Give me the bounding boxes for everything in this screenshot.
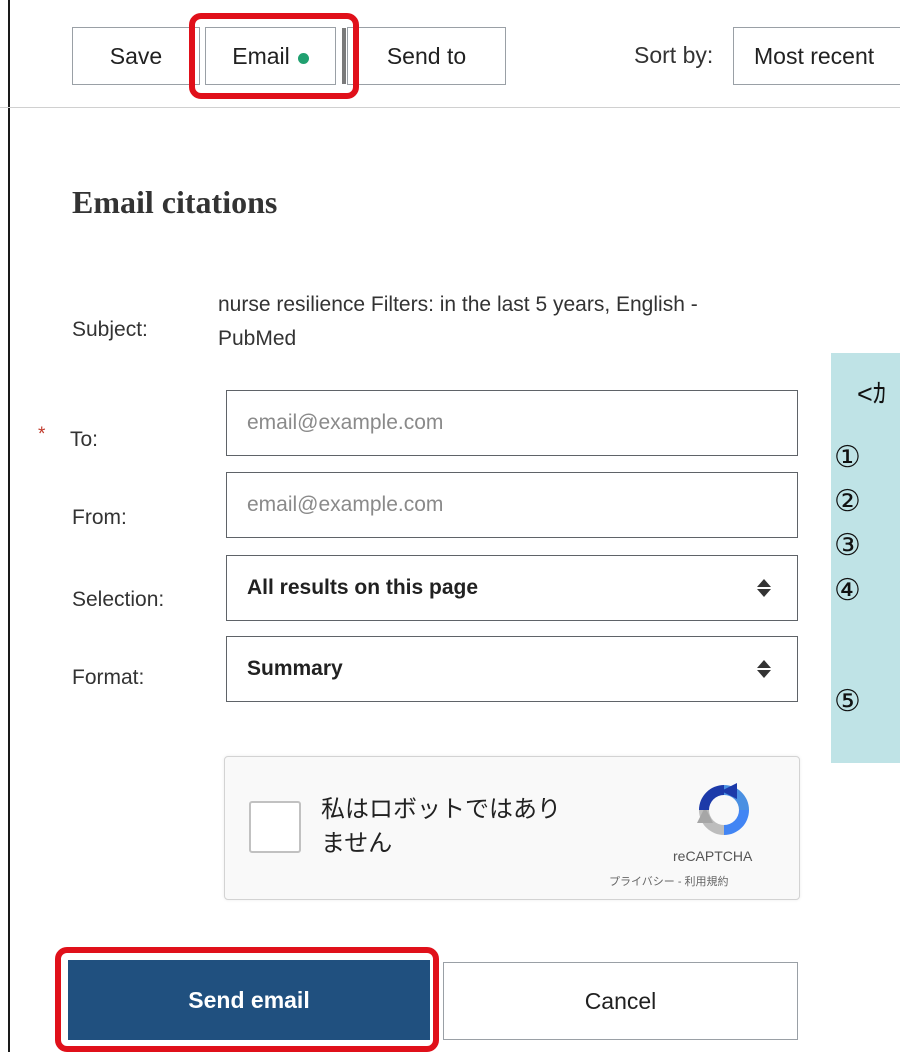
recaptcha-brand: reCAPTCHA — [673, 848, 753, 864]
format-label: Format: — [72, 666, 145, 689]
subject-label: Subject: — [72, 318, 148, 341]
save-button[interactable]: Save — [72, 27, 200, 85]
format-select[interactable]: Summary — [226, 636, 798, 702]
sort-by-select[interactable]: Most recent — [733, 27, 900, 85]
recaptcha-privacy-links[interactable]: プライバシー - 利用規約 — [609, 873, 729, 889]
sort-by-label: Sort by: — [634, 42, 714, 68]
email-citations-heading: Email citations — [72, 184, 278, 220]
results-toolbar: Save Email Send to Sort by: Most recent — [0, 0, 900, 108]
from-email-input[interactable] — [226, 472, 798, 538]
updown-arrows-icon — [757, 579, 771, 597]
annotation-number: ② — [834, 485, 861, 518]
updown-arrows-icon — [757, 660, 771, 678]
recaptcha-checkbox[interactable] — [249, 801, 301, 853]
selection-value: All results on this page — [247, 576, 479, 599]
selection-select[interactable]: All results on this page — [226, 555, 798, 621]
window-left-border — [8, 0, 10, 1052]
annotation-number: ⑤ — [834, 685, 861, 718]
selection-label: Selection: — [72, 588, 165, 611]
annotation-number: ④ — [834, 574, 861, 607]
email-highlight-box — [189, 13, 359, 99]
cancel-button[interactable]: Cancel — [443, 962, 798, 1040]
send-to-button[interactable]: Send to — [347, 27, 506, 85]
annotation-title: <ｶ — [857, 379, 887, 409]
format-value: Summary — [247, 657, 343, 680]
to-label: To: — [70, 428, 99, 451]
required-asterisk: * — [38, 424, 46, 445]
recaptcha-logo-icon — [697, 783, 749, 835]
subject-value: nurse resilience Filters: in the last 5 … — [218, 293, 698, 350]
to-email-input[interactable] — [226, 390, 798, 456]
recaptcha-widget: 私はロボットではあり ません reCAPTCHA プライバシー - 利用規約 — [224, 756, 800, 900]
annotation-number: ③ — [834, 529, 861, 562]
annotation-number: ① — [834, 441, 861, 474]
from-label: From: — [72, 506, 127, 529]
send-highlight-box — [55, 947, 439, 1052]
recaptcha-label: 私はロボットではあり ません — [321, 796, 561, 857]
